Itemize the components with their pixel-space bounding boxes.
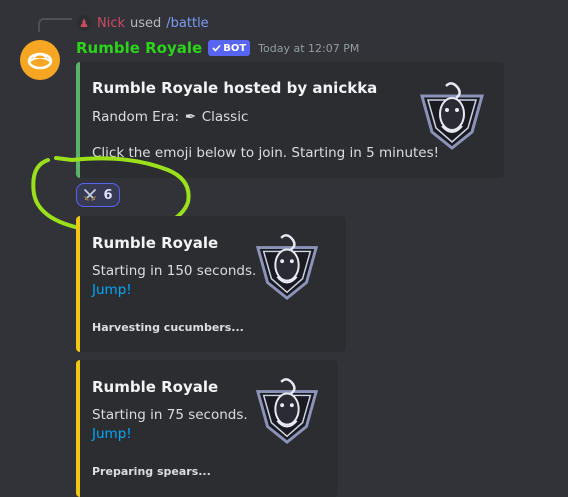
embed-description: Starting in 75 seconds.: [92, 407, 248, 423]
era-label: Random Era:: [92, 109, 180, 125]
reaction-button[interactable]: 6: [76, 183, 120, 207]
embed-countdown-75: Rumble Royale Starting in 75 seconds. Ju…: [76, 360, 338, 497]
embed-hosted: Rumble Royale hosted by anickka Random E…: [76, 62, 504, 178]
reply-command[interactable]: /battle: [166, 16, 208, 31]
reply-connector: [38, 18, 72, 32]
helmet-icon: [27, 52, 53, 70]
reaction-count: 6: [103, 187, 113, 203]
reply-action: used: [130, 15, 162, 31]
command-reply[interactable]: ♟ Nick used /battle: [76, 14, 209, 32]
author-name[interactable]: Rumble Royale: [76, 39, 202, 57]
embed-footer: Harvesting cucumbers...: [92, 321, 244, 334]
bot-badge-label: BOT: [223, 42, 247, 54]
message-header: Rumble Royale BOT Today at 12:07 PM: [76, 38, 359, 58]
embed-footer: Preparing spears...: [92, 465, 211, 478]
embed-title: Rumble Royale hosted by anickka: [92, 79, 378, 97]
reply-username[interactable]: Nick: [97, 16, 125, 31]
embed-description: Starting in 150 seconds.: [92, 263, 257, 279]
verified-check-icon: [212, 44, 221, 52]
rumble-logo-icon: [255, 378, 319, 444]
rumble-logo-icon: [255, 234, 319, 300]
message-timestamp[interactable]: Today at 12:07 PM: [258, 42, 359, 55]
embed-title: Rumble Royale: [92, 234, 219, 252]
embed-description: Click the emoji below to join. Starting …: [92, 145, 440, 161]
embed-countdown-150: Rumble Royale Starting in 150 seconds. J…: [76, 216, 346, 352]
rumble-logo-icon: [420, 82, 484, 150]
jump-link[interactable]: Jump!: [92, 282, 132, 298]
chat-view: ♟ Nick used /battle Rumble Royale BOT To…: [0, 0, 568, 497]
feather-icon: ✒: [184, 109, 197, 125]
embed-title: Rumble Royale: [92, 378, 219, 396]
nick-avatar[interactable]: ♟: [76, 15, 92, 31]
jump-link[interactable]: Jump!: [92, 426, 132, 442]
bot-badge: BOT: [208, 40, 251, 56]
bot-avatar[interactable]: [20, 40, 60, 80]
era-value: Classic: [201, 109, 249, 125]
crossed-swords-icon: [84, 189, 97, 201]
era-line: Random Era: ✒ Classic: [92, 109, 248, 125]
